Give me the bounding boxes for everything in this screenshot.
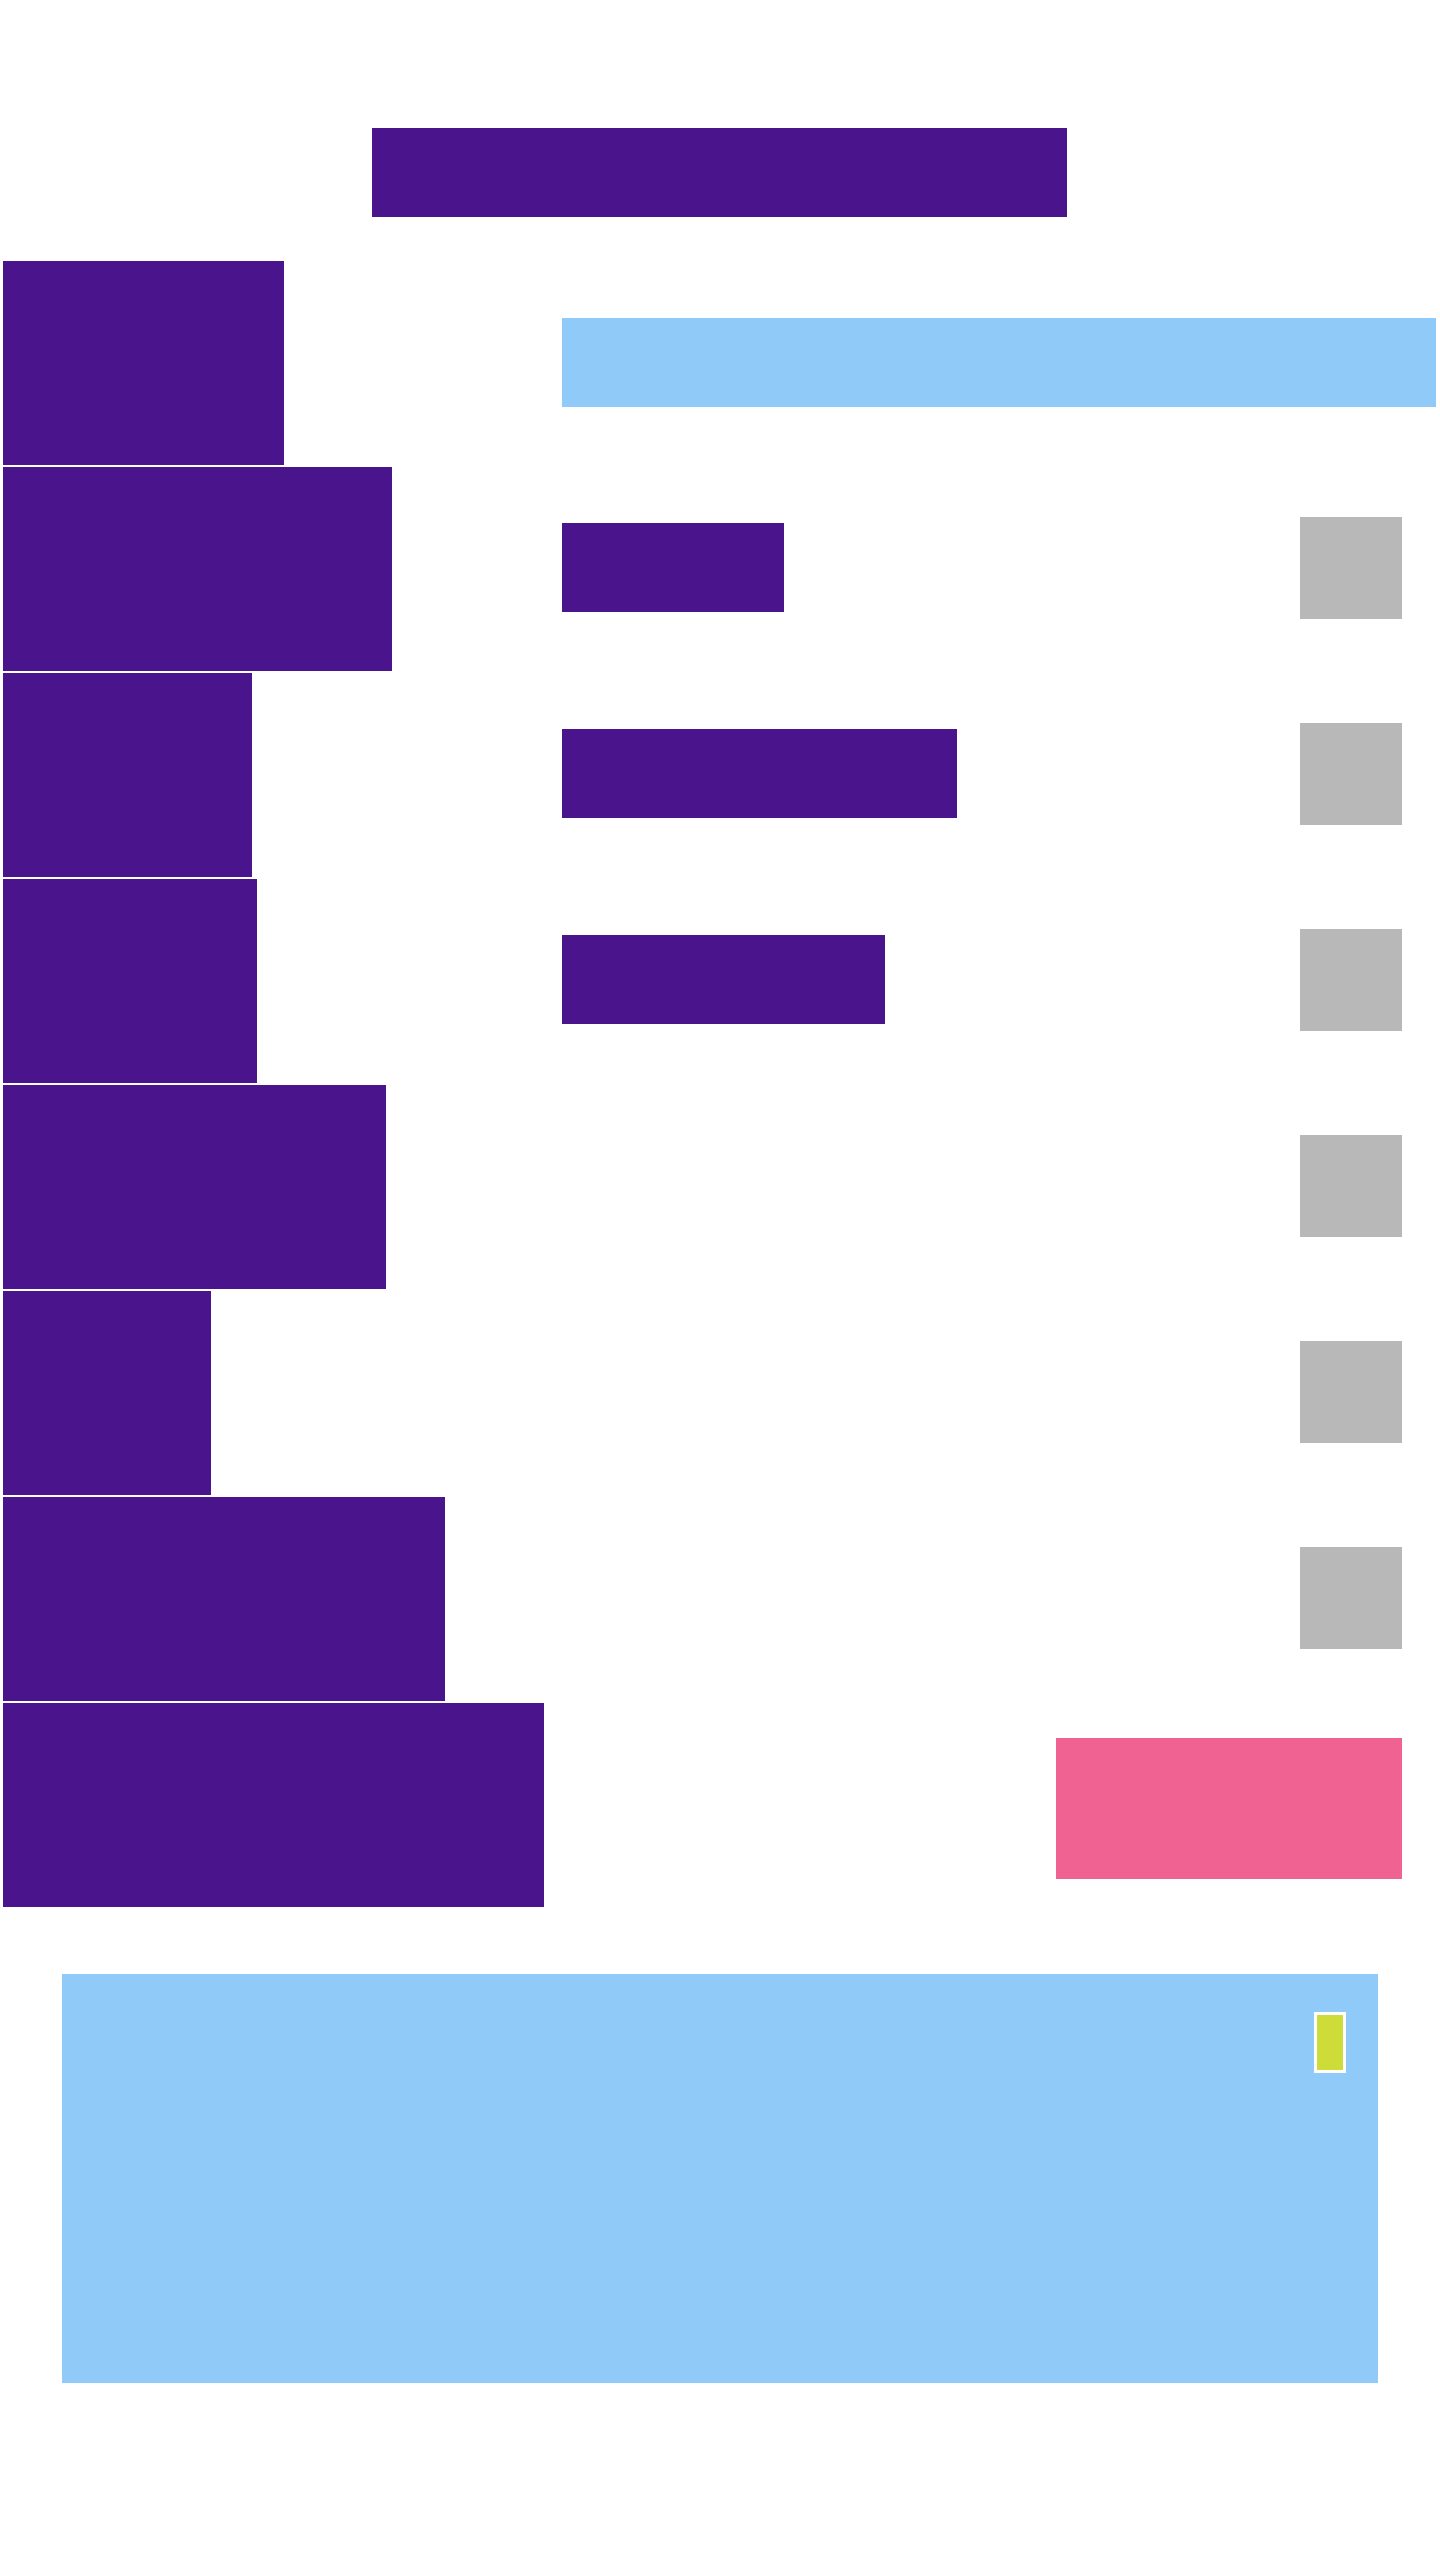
sidebar-item-1[interactable]: [3, 261, 284, 465]
content-panel: [62, 1974, 1378, 2383]
sidebar-item-2[interactable]: [3, 467, 392, 671]
primary-action-button[interactable]: [1056, 1738, 1402, 1879]
sidebar-item-8[interactable]: [3, 1703, 544, 1907]
search-input[interactable]: [562, 318, 1436, 407]
setting-toggle-6[interactable]: [1300, 1547, 1402, 1649]
setting-label-2: [562, 729, 957, 818]
setting-toggle-5[interactable]: [1300, 1341, 1402, 1443]
sidebar-item-7[interactable]: [3, 1497, 445, 1701]
setting-label-1: [562, 523, 784, 612]
sidebar-item-4[interactable]: [3, 879, 257, 1083]
sidebar-item-6[interactable]: [3, 1291, 211, 1495]
setting-toggle-4[interactable]: [1300, 1135, 1402, 1237]
sidebar-item-3[interactable]: [3, 673, 252, 877]
setting-toggle-3[interactable]: [1300, 929, 1402, 1031]
status-marker-icon: [1314, 2012, 1346, 2073]
setting-toggle-2[interactable]: [1300, 723, 1402, 825]
page-title: [372, 128, 1067, 217]
setting-toggle-1[interactable]: [1300, 517, 1402, 619]
sidebar-item-5[interactable]: [3, 1085, 386, 1289]
setting-label-3: [562, 935, 885, 1024]
